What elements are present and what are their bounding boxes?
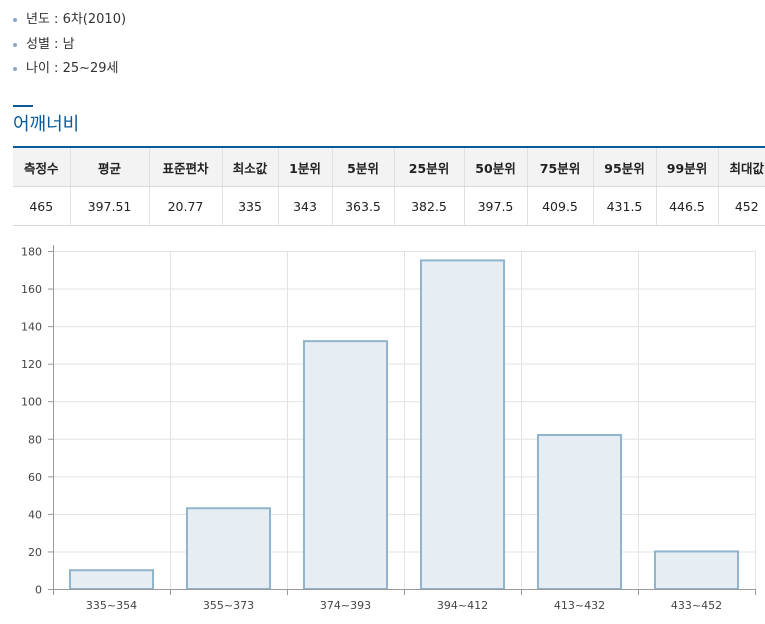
stats-value-row: 465 397.51 20.77 335 343 363.5 382.5 397… [13,186,765,226]
x-tick-label: 413~432 [554,599,605,612]
y-tick-label: 0 [35,584,42,597]
histogram-bar [653,550,740,591]
info-age-label: 나이 [26,61,50,76]
y-tick-label: 120 [21,358,42,371]
header-cell: 5분위 [331,146,394,187]
section-title-accent [13,105,33,107]
y-tick-label: 160 [21,283,42,296]
info-list: 년도 : 6차(2010) 성별 : 남 나이 : 25~29세 [12,8,126,82]
header-cell: 표준편차 [148,146,222,187]
info-gender-value: 남 [62,36,75,52]
info-item-gender: 성별 : 남 [12,33,126,58]
x-tick-label: 394~412 [437,599,488,612]
info-year-label: 년도 [26,12,50,27]
info-item-year: 년도 : 6차(2010) [12,8,126,33]
header-cell: 50분위 [463,146,527,187]
y-tick-label: 140 [21,321,42,334]
value-cell: 363.5 [331,186,394,226]
value-cell: 20.77 [148,186,222,226]
x-tick-label: 433~452 [671,599,722,612]
value-cell: 343 [277,186,332,226]
info-year-value: 6차(2010) [62,12,127,27]
y-tick-label: 80 [28,433,42,446]
value-cell: 397.51 [69,186,149,226]
histogram-bar [185,507,272,590]
value-cell: 382.5 [393,186,464,226]
value-cell: 431.5 [592,186,656,226]
info-separator: : [49,61,63,76]
value-cell: 397.5 [463,186,527,226]
info-item-age: 나이 : 25~29세 [12,57,126,82]
x-tick-label: 374~393 [320,599,371,612]
histogram-chart: 0 20 40 60 80 100 120 140 160 180 335~354 355~373 37… [21,245,756,612]
value-cell: 465 [13,186,70,226]
header-cell: 75분위 [526,146,593,187]
x-tick-label: 355~373 [203,599,254,612]
header-cell: 99분위 [655,146,718,187]
chart-grid [53,251,756,589]
info-age-value: 25~29세 [62,61,119,76]
header-cell: 최소값 [221,146,278,187]
info-gender-label: 성별 [26,36,50,52]
header-cell: 평균 [69,146,149,187]
histogram-bar [419,259,506,591]
header-cell: 측정수 [13,146,70,187]
info-separator: : [49,36,63,52]
stats-header-row: 측정수 평균 표준편차 최소값 1분위 5분위 25분위 50분위 75분위 9… [13,146,765,187]
value-cell: 335 [221,186,278,226]
histogram-bar [302,340,389,590]
header-cell: 95분위 [592,146,656,187]
chart-axes [48,245,756,595]
y-tick-label: 40 [28,508,42,521]
value-cell: 409.5 [526,186,593,226]
section-title: 어깨너비 [13,114,80,135]
value-cell: 446.5 [655,186,718,226]
histogram-bar [536,434,623,590]
header-cell: 최대값 [717,146,765,187]
y-tick-label: 100 [21,396,42,409]
value-cell: 452 [717,186,765,226]
y-tick-label: 20 [28,546,42,559]
y-tick-label: 180 [21,246,42,259]
info-separator: : [49,12,63,27]
histogram-bar [68,569,155,591]
y-tick-label: 60 [28,471,42,484]
header-cell: 1분위 [277,146,332,187]
header-cell: 25분위 [393,146,464,187]
x-tick-label: 335~354 [86,599,137,612]
stats-table: 측정수 평균 표준편차 최소값 1분위 5분위 25분위 50분위 75분위 9… [13,146,765,226]
